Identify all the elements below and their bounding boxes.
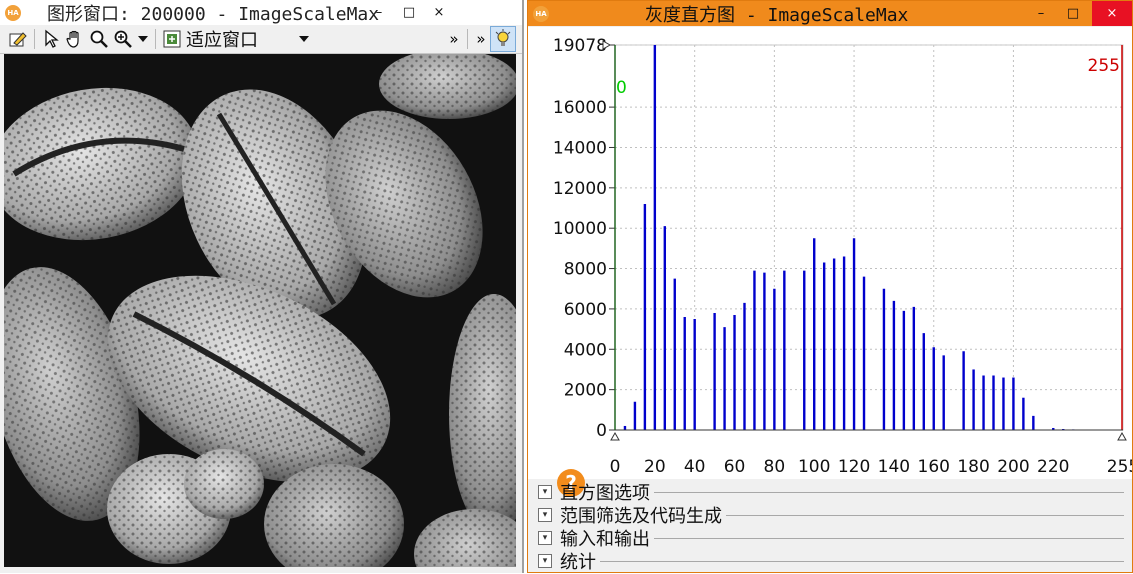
x-tick-label: 120 [838, 457, 870, 477]
section-histogram-options[interactable]: ▾ 直方图选项 [538, 481, 1126, 504]
app-icon: HA [5, 4, 21, 21]
y-tick-label: 2000 [564, 381, 607, 401]
chevron-down-icon[interactable]: ▾ [538, 554, 552, 568]
y-tick-label: 4000 [564, 340, 607, 360]
chevron-down-icon[interactable]: ▾ [538, 508, 552, 522]
section-divider [654, 537, 1124, 539]
close-button[interactable]: × [1092, 1, 1132, 26]
histogram-panel: 19078 16000 14000 12000 10000 8000 6000 4000 200… [528, 27, 1132, 497]
histogram-window-titlebar[interactable]: HA 灰度直方图 - ImageScaleMax – □ × [528, 1, 1132, 26]
section-statistics[interactable]: ▾ 统计 [538, 550, 1126, 573]
y-tick-label: 12000 [553, 179, 607, 199]
section-divider [654, 491, 1124, 493]
y-tick-label: 16000 [553, 98, 607, 118]
minimize-button[interactable]: – [1028, 1, 1054, 26]
upper-threshold-label: 255 [1088, 56, 1120, 76]
graphics-window-title: 图形窗口: 200000 - ImageScaleMax [47, 3, 380, 25]
y-tick-label: 10000 [553, 219, 607, 239]
x-tick-label: 100 [798, 457, 830, 477]
y-tick-label: 14000 [553, 138, 607, 158]
maximize-button[interactable]: □ [1060, 1, 1086, 26]
more-icon[interactable]: » [472, 27, 490, 51]
edit-icon[interactable] [6, 27, 30, 51]
graphics-toolbar: 适应窗口 » » [0, 25, 522, 54]
minimize-button[interactable]: – [366, 3, 392, 22]
lower-handle-icon [610, 431, 620, 441]
x-tick-label: 80 [764, 457, 786, 477]
section-range-filter[interactable]: ▾ 范围筛选及代码生成 [538, 504, 1126, 527]
dropdown-arrow-icon[interactable] [296, 27, 312, 51]
zoom-in-icon[interactable] [111, 27, 135, 51]
section-input-output[interactable]: ▾ 输入和输出 [538, 527, 1126, 550]
chevron-down-icon[interactable]: ▾ [538, 485, 552, 499]
section-divider [726, 514, 1124, 516]
histogram-chart[interactable]: 1907816000140001200010000800060004000200… [528, 27, 1132, 479]
upper-handle-icon [1117, 431, 1127, 441]
y-tick-label: 6000 [564, 300, 607, 320]
toolbar-divider [155, 29, 156, 49]
image-display[interactable] [4, 54, 516, 567]
x-tick-label: 180 [957, 457, 989, 477]
x-tick-label: 60 [724, 457, 746, 477]
graphics-window: HA 图形窗口: 200000 - ImageScaleMax – □ × 适应… [0, 0, 524, 573]
histogram-window: HA 灰度直方图 - ImageScaleMax – □ × 19078 1600… [527, 0, 1133, 573]
hand-icon[interactable] [63, 27, 87, 51]
section-divider [600, 560, 1124, 562]
y-tick-label: 0 [596, 421, 607, 441]
lower-threshold-label: 0 [616, 78, 627, 98]
section-label: 统计 [560, 552, 596, 573]
fit-window-icon[interactable] [160, 27, 184, 51]
x-tick-label: 255 [1107, 457, 1132, 477]
fit-window-label[interactable]: 适应窗口 [186, 26, 296, 52]
chevron-down-icon[interactable]: ▾ [538, 531, 552, 545]
x-tick-label: 200 [997, 457, 1029, 477]
maximize-button[interactable]: □ [396, 3, 422, 22]
y-tick-label: 19078 [553, 36, 607, 56]
more-icon[interactable]: » [445, 27, 463, 51]
pointer-icon[interactable] [39, 27, 63, 51]
toolbar-divider [34, 29, 35, 49]
x-tick-label: 160 [918, 457, 950, 477]
x-tick-label: 20 [644, 457, 666, 477]
x-tick-label: 0 [610, 457, 621, 477]
x-tick-label: 140 [878, 457, 910, 477]
bulb-icon[interactable] [490, 26, 516, 52]
graphics-window-titlebar[interactable]: HA 图形窗口: 200000 - ImageScaleMax – □ × [0, 0, 522, 26]
plot-area [614, 44, 1124, 431]
close-button[interactable]: × [426, 3, 452, 22]
dropdown-arrow-icon[interactable] [135, 27, 151, 51]
zoom-icon[interactable] [87, 27, 111, 51]
y-tick-label: 8000 [564, 260, 607, 280]
app-icon: HA [533, 5, 549, 22]
histogram-window-title: 灰度直方图 - ImageScaleMax [645, 4, 909, 26]
x-tick-label: 40 [684, 457, 706, 477]
toolbar-divider [467, 29, 468, 49]
x-tick-label: 220 [1037, 457, 1069, 477]
